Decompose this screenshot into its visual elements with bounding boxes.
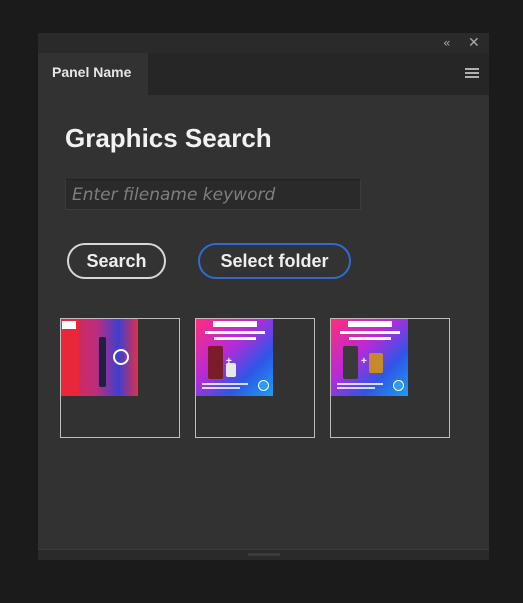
extension-panel: ‹‹ ✕ Panel Name Graphics Search Search S… [38, 33, 489, 560]
thumbnail-image [61, 319, 138, 396]
thumbnail-2[interactable]: + [195, 318, 315, 438]
search-input[interactable] [65, 179, 361, 210]
search-button[interactable]: Search [67, 243, 166, 279]
panel-content: Graphics Search Search Select folder + + [38, 95, 489, 549]
panel-titlebar: ‹‹ ✕ [38, 33, 489, 53]
hamburger-menu-icon[interactable] [465, 68, 479, 80]
panel-tab[interactable]: Panel Name [38, 53, 148, 95]
select-folder-button[interactable]: Select folder [198, 243, 351, 279]
resize-grip[interactable] [248, 553, 280, 556]
page-title: Graphics Search [65, 123, 272, 153]
thumbnail-1[interactable] [60, 318, 180, 438]
thumbnail-image: + [196, 319, 273, 396]
collapse-icon[interactable]: ‹‹ [443, 35, 450, 51]
thumbnail-3[interactable]: + [330, 318, 450, 438]
close-icon[interactable]: ✕ [468, 35, 480, 51]
resize-bar[interactable] [38, 549, 489, 560]
thumbnail-image: + [331, 319, 408, 396]
panel-tabbar: Panel Name [38, 53, 489, 95]
